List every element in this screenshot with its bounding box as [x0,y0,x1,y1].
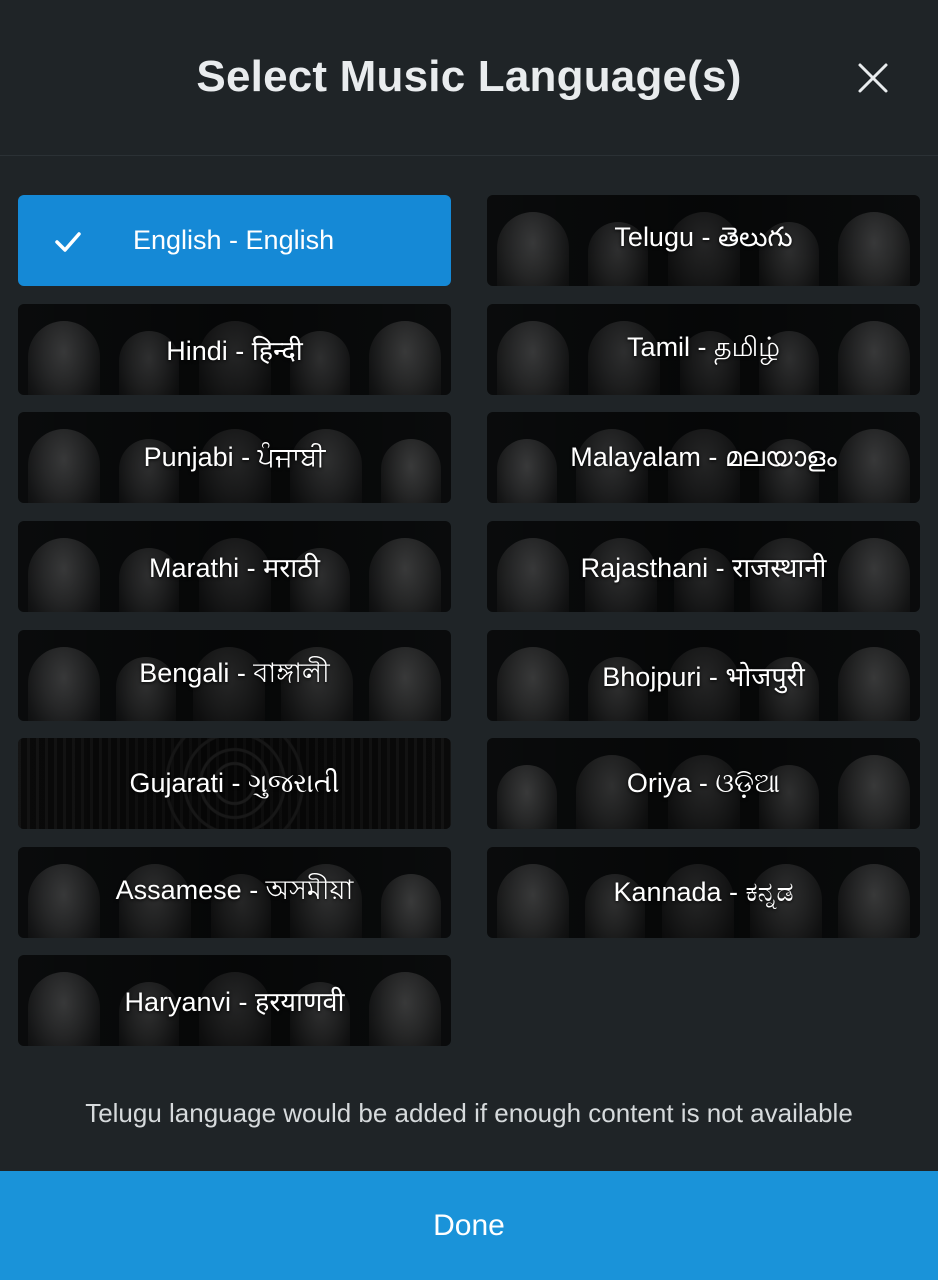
language-label: Rajasthani - राजस्थानी [580,553,827,583]
language-label: Punjabi - ਪੰਜਾਬੀ [143,441,326,472]
language-label: Hindi - हिन्दी [166,336,303,366]
close-button[interactable] [852,57,894,99]
language-tile-kannada[interactable]: Kannada - ಕನ್ನಡ [487,847,920,938]
language-label: Malayalam - മലയാളം [570,441,837,472]
language-label: Oriya - ଓଡ଼ିଆ [626,767,781,798]
done-button[interactable]: Done [0,1171,938,1280]
language-tile-gujarati[interactable]: Gujarati - ગુજરાતી [18,738,451,829]
dialog-title: Select Music Language(s) [196,52,742,101]
language-tile-oriya[interactable]: Oriya - ଓଡ଼ିଆ [487,738,920,829]
language-tile-assamese[interactable]: Assamese - অসমীয়া [18,847,451,938]
language-label: Bhojpuri - भोजपुरी [602,662,805,692]
language-tile-tamil[interactable]: Tamil - தமிழ் [487,304,920,395]
language-tile-rajasthani[interactable]: Rajasthani - राजस्थानी [487,521,920,612]
language-label: Gujarati - ગુજરાતી [129,767,340,798]
language-tile-telugu[interactable]: Telugu - తెలుగు [487,195,920,286]
language-label: English - English [133,225,335,255]
language-label: Telugu - తెలుగు [614,221,793,252]
dialog-header: Select Music Language(s) [0,0,938,156]
language-label: Bengali - বাঙ্গালী [139,658,330,688]
language-tile-bhojpuri[interactable]: Bhojpuri - भोजपुरी [487,630,920,721]
language-label: Tamil - தமிழ் [627,332,780,362]
language-tile-bengali[interactable]: Bengali - বাঙ্গালী [18,630,451,721]
language-tile-punjabi[interactable]: Punjabi - ਪੰਜਾਬੀ [18,412,451,503]
language-label: Kannada - ಕನ್ನಡ [613,876,794,907]
close-icon [858,63,888,93]
language-tile-english[interactable]: English - English [18,195,451,286]
language-tile-haryanvi[interactable]: Haryanvi - हरयाणवी [18,955,451,1046]
language-tile-hindi[interactable]: Hindi - हिन्दी [18,304,451,395]
content-notice: Telugu language would be added if enough… [85,1098,853,1128]
language-tile-malayalam[interactable]: Malayalam - മലയാളം [487,412,920,503]
language-tile-marathi[interactable]: Marathi - मराठी [18,521,451,612]
language-selection-dialog: Select Music Language(s) English - Engli… [0,0,938,1280]
language-label: Haryanvi - हरयाणवी [124,987,345,1017]
language-label: Marathi - मराठी [149,553,320,583]
language-label: Assamese - অসমীয়া [115,875,354,905]
